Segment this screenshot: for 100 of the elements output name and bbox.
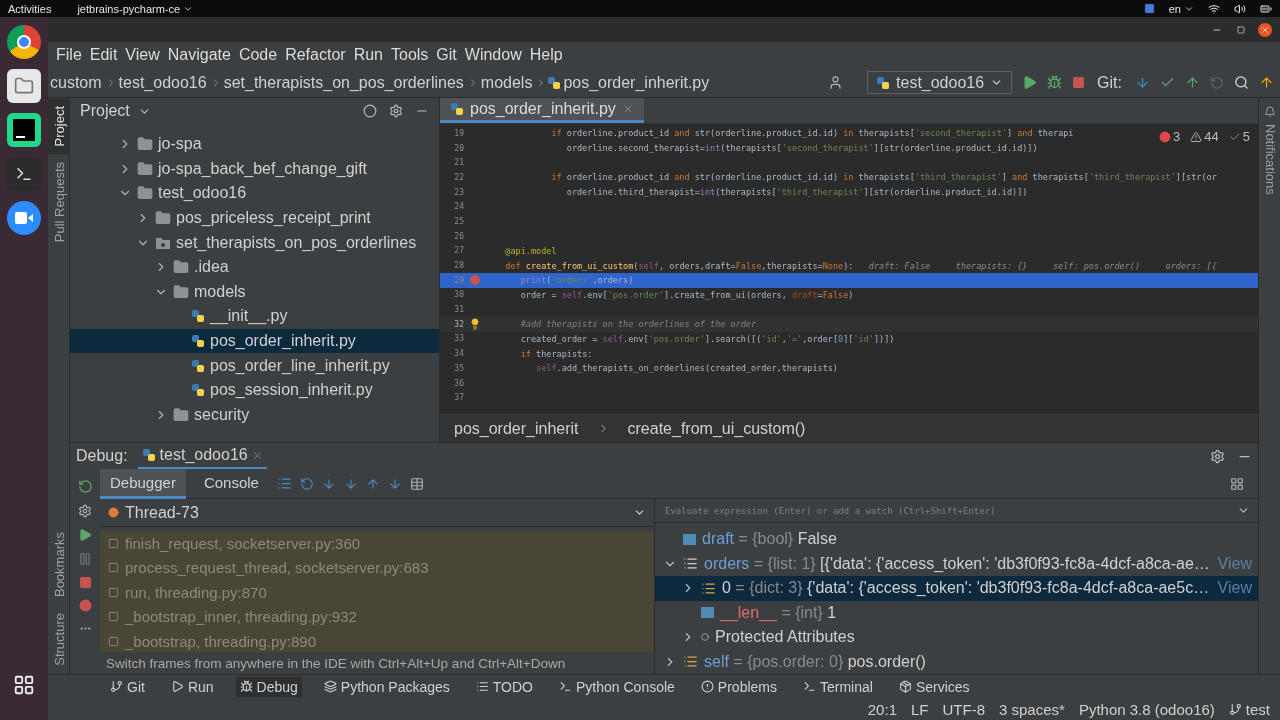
tool-window-button[interactable]: Git xyxy=(106,676,149,697)
tool-window-button[interactable]: Python Packages xyxy=(319,676,454,697)
status-item[interactable]: 3 spaces* xyxy=(999,700,1065,718)
list-icon[interactable] xyxy=(276,476,292,491)
tree-item[interactable]: jo-spa xyxy=(70,132,439,157)
tool-window-button[interactable]: Run xyxy=(166,676,218,697)
menu-item[interactable]: Code xyxy=(234,46,282,64)
status-item[interactable]: UTF-8 xyxy=(942,700,985,718)
menu-item[interactable]: Edit xyxy=(85,46,122,64)
menu-item[interactable]: Git xyxy=(432,46,461,64)
settings-icon[interactable] xyxy=(1210,448,1225,464)
menu-item[interactable]: Tools xyxy=(387,46,433,64)
stop-icon[interactable] xyxy=(1072,76,1086,89)
activities-button[interactable]: Activities xyxy=(8,2,52,15)
close-icon[interactable] xyxy=(251,449,263,461)
breadcrumb[interactable]: custom xyxy=(48,73,105,92)
status-item[interactable]: 20:1 xyxy=(867,700,897,718)
variable-row[interactable]: orders = {list: 1} [{'data': {'access_token': 'db3f0f93-fc8a-4dcf-a8ca-ae… View xyxy=(655,551,1258,576)
step-into-icon[interactable] xyxy=(343,476,358,491)
tree-item[interactable]: pos_order_inherit.py xyxy=(70,328,439,354)
error-count[interactable]: 3 xyxy=(1159,129,1181,144)
tool-window-button[interactable]: TODO xyxy=(471,676,537,697)
status-item[interactable]: LF xyxy=(911,700,929,718)
breakpoints-icon[interactable] xyxy=(78,599,92,612)
resume-icon[interactable] xyxy=(78,528,92,542)
tree-item[interactable]: jo-spa_back_bef_change_gift xyxy=(70,156,439,182)
settings-icon[interactable] xyxy=(389,104,403,118)
video-camera-icon[interactable] xyxy=(7,201,41,235)
arrow-down-icon[interactable] xyxy=(1135,75,1150,90)
menu-item[interactable]: View xyxy=(121,46,164,64)
menu-item[interactable]: Run xyxy=(349,46,387,64)
apps-grid-icon[interactable] xyxy=(13,674,35,696)
run-config-dropdown[interactable]: test_odoo16 xyxy=(867,71,1013,94)
language-menu[interactable]: en xyxy=(1168,2,1194,15)
tool-window-tab[interactable]: Pull Requests xyxy=(48,154,70,251)
variable-row[interactable]: self = {pos.order: 0} pos.order() xyxy=(655,649,1258,674)
variable-row[interactable]: 0 = {dict: 3} {'data': {'access_token': 'db3f0f93-fc8a-4dcf-a8ca-ae5c… View xyxy=(655,576,1258,601)
tree-item[interactable]: set_therapists_on_pos_orderlines xyxy=(70,230,439,255)
step-out-icon[interactable] xyxy=(365,476,380,491)
debugger-tab[interactable]: Console xyxy=(193,468,269,499)
tree-item[interactable]: __init__.py xyxy=(70,304,439,329)
close-button[interactable] xyxy=(1258,22,1272,37)
breadcrumb[interactable]: pos_order_inherit xyxy=(454,419,579,438)
tree-item[interactable]: pos_priceless_receipt_print xyxy=(70,205,439,231)
tree-item[interactable]: .idea xyxy=(70,254,439,280)
tree-item[interactable]: pos_session_inherit.py xyxy=(70,377,439,403)
view-link[interactable]: View xyxy=(1217,579,1252,598)
user-icon[interactable] xyxy=(828,75,844,90)
breadcrumb[interactable]: pos_order_inherit.py xyxy=(561,73,713,92)
tool-window-button[interactable]: Problems xyxy=(696,676,781,697)
app-menu[interactable]: jetbrains-pycharm-ce xyxy=(77,2,194,15)
tool-window-button[interactable]: Services xyxy=(894,676,974,697)
menu-item[interactable]: File xyxy=(52,46,86,64)
breadcrumb[interactable]: set_therapists_on_pos_orderlines xyxy=(221,73,467,92)
debugger-tab[interactable]: Debugger xyxy=(100,468,186,499)
volume-icon[interactable] xyxy=(1234,2,1246,15)
breadcrumb[interactable]: test_odoo16 xyxy=(116,73,210,92)
status-item[interactable]: Python 3.8 (odoo16) xyxy=(1078,700,1215,718)
editor-tab[interactable]: pos_order_inherit.py xyxy=(440,98,644,123)
warning-count[interactable]: 44 xyxy=(1190,129,1219,144)
browser-icon[interactable] xyxy=(7,25,41,59)
layout-icon[interactable] xyxy=(1230,476,1244,491)
variable-row[interactable]: __len__ = {int} 1 xyxy=(655,600,1258,625)
tool-window-tab[interactable]: Bookmarks xyxy=(48,524,70,606)
tree-item[interactable]: test_odoo16 xyxy=(70,181,439,206)
tool-window-tab[interactable]: Project xyxy=(48,98,70,155)
tool-window-tab[interactable]: Structure xyxy=(48,605,70,674)
step-into-icon[interactable] xyxy=(321,476,336,491)
tree-item[interactable]: pos_order_line_inherit.py xyxy=(70,353,439,378)
tool-window-button[interactable]: Debug xyxy=(235,676,302,697)
tree-item[interactable]: models xyxy=(70,279,439,305)
panel-title[interactable]: Project xyxy=(80,102,130,120)
menu-item[interactable]: Navigate xyxy=(163,46,235,64)
breadcrumb[interactable]: create_from_ui_custom() xyxy=(627,419,806,438)
tool-window-button[interactable]: Terminal xyxy=(799,676,877,697)
rerun-icon[interactable] xyxy=(77,479,93,494)
terminal-icon[interactable] xyxy=(7,157,41,191)
status-item[interactable]: test xyxy=(1228,700,1270,718)
ide-icon[interactable] xyxy=(7,113,41,147)
run-icon[interactable] xyxy=(1022,75,1038,90)
files-icon[interactable] xyxy=(7,69,41,103)
weak-warning-count[interactable]: 5 xyxy=(1228,129,1250,144)
menu-item[interactable]: Window xyxy=(460,46,526,64)
lightbulb-icon[interactable] xyxy=(469,318,481,331)
update-icon[interactable] xyxy=(1259,75,1274,90)
bug-icon[interactable] xyxy=(1047,75,1063,90)
menu-item[interactable]: Refactor xyxy=(281,46,350,64)
settings-icon[interactable] xyxy=(78,504,92,518)
breadcrumb[interactable]: models xyxy=(478,73,536,92)
tool-window-tab[interactable]: Notifications xyxy=(1259,98,1280,203)
battery-icon[interactable] xyxy=(1260,2,1272,15)
stop-icon[interactable] xyxy=(78,576,92,589)
tool-window-button[interactable]: Python Console xyxy=(555,676,679,697)
menu-item[interactable]: Help xyxy=(525,46,567,64)
table-icon[interactable] xyxy=(409,476,424,491)
tree-item[interactable]: security xyxy=(70,402,439,428)
variable-row[interactable]: draft = {bool} False xyxy=(655,527,1258,552)
search-icon[interactable] xyxy=(1234,75,1249,90)
wifi-icon[interactable] xyxy=(1208,2,1220,15)
variable-row[interactable]: Protected Attributes xyxy=(655,625,1258,650)
